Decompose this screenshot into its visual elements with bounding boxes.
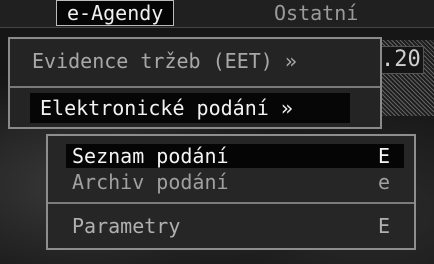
menu-separator <box>10 86 380 88</box>
submenu-separator <box>48 202 414 204</box>
menu-ostatni[interactable]: Ostatní <box>264 0 368 27</box>
submenu-item-label: Archiv podání <box>72 170 229 194</box>
elektronicke-podani-submenu: Seznam podání E Archiv podání e Parametr… <box>46 134 416 250</box>
submenu-item-parametry[interactable]: Parametry E <box>66 214 404 238</box>
submenu-item-seznam-podani[interactable]: Seznam podání E <box>66 144 404 168</box>
submenu-item-shortcut: e <box>377 170 390 194</box>
submenu-item-label: Seznam podání <box>72 144 229 168</box>
submenu-item-archiv-podani[interactable]: Archiv podání e <box>66 170 404 194</box>
background-field-value: .20 <box>378 46 424 74</box>
menu-item-evidence-trzeb[interactable]: Evidence tržeb (EET) » <box>22 46 307 76</box>
submenu-item-shortcut: E <box>377 144 390 168</box>
submenu-item-label: Parametry <box>72 214 181 238</box>
menu-e-agendy[interactable]: e-Agendy <box>56 0 175 26</box>
submenu-item-shortcut: E <box>377 214 390 238</box>
menu-item-elektronicke-podani[interactable]: Elektronické podání » <box>30 93 350 123</box>
menu-bar: e-Agendy Ostatní <box>0 0 434 28</box>
e-agendy-dropdown: Evidence tržeb (EET) » Elektronické podá… <box>8 37 382 129</box>
